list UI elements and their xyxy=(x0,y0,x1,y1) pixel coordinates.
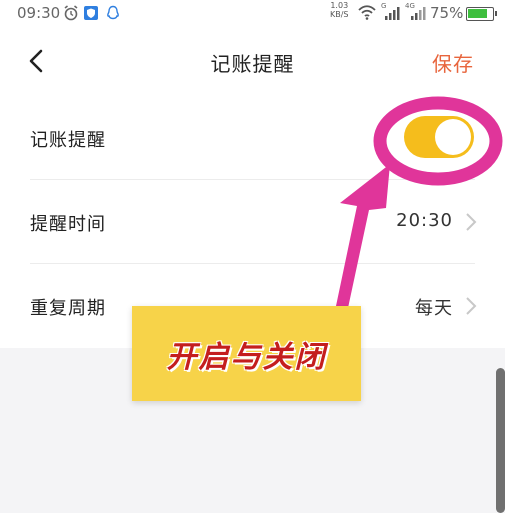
status-time: 09:30 xyxy=(17,4,61,22)
status-bar: 09:30 1.03 KB/S G 4G 75% xyxy=(0,0,505,26)
setting-row-time[interactable]: 提醒时间 20:30 xyxy=(0,180,505,264)
battery-level xyxy=(468,9,487,18)
reminder-time-value: 20:30 xyxy=(396,210,453,231)
battery-icon xyxy=(466,7,497,21)
setting-row-reminder: 记账提醒 xyxy=(0,96,505,180)
battery-percent: 75% xyxy=(430,4,464,22)
toggle-knob xyxy=(435,119,471,155)
signal-icon xyxy=(411,7,426,20)
repeat-cycle-value: 每天 xyxy=(415,298,453,319)
alarm-icon xyxy=(64,5,78,21)
qq-icon xyxy=(107,5,119,20)
save-button[interactable]: 保存 xyxy=(432,48,474,77)
reminder-time-label: 提醒时间 xyxy=(30,214,106,235)
shield-app-icon xyxy=(84,6,98,20)
chevron-right-icon xyxy=(466,213,477,231)
reminder-toggle[interactable] xyxy=(404,116,474,158)
wifi-icon xyxy=(358,5,376,20)
annotation-text: 开启与关闭 xyxy=(166,340,327,375)
signal-icon xyxy=(385,7,400,20)
repeat-cycle-label: 重复周期 xyxy=(30,298,106,319)
navigation-bar: 记账提醒 保存 xyxy=(0,26,505,96)
network-speed: 1.03 KB/S xyxy=(330,1,349,19)
page-title: 记账提醒 xyxy=(210,52,295,76)
annotation-label: 开启与关闭 xyxy=(132,306,361,401)
reminder-label: 记账提醒 xyxy=(30,130,106,151)
scrollbar-thumb[interactable] xyxy=(496,368,505,513)
chevron-right-icon xyxy=(466,297,477,315)
